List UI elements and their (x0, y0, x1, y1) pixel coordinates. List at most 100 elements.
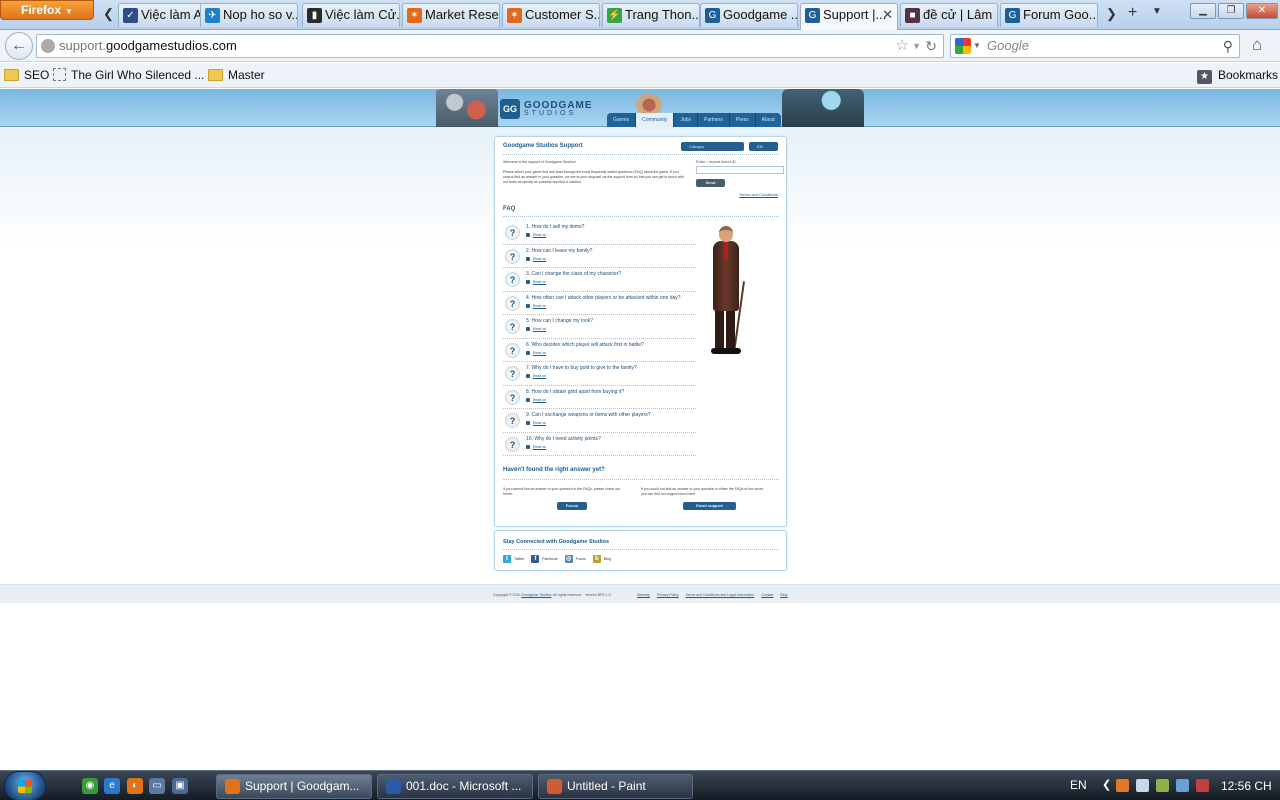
ticket-id-input[interactable] (696, 166, 784, 174)
browser-tab[interactable]: G Goodgame ... (700, 3, 798, 27)
tray-app-icon[interactable] (1116, 779, 1129, 792)
browser-tab[interactable]: G Support |... ✕ (800, 3, 898, 30)
site-nav-item[interactable]: About (755, 113, 781, 127)
faq-question[interactable]: 2. How can I leave my family? (526, 248, 592, 254)
site-nav-item[interactable]: Community (636, 113, 675, 127)
start-button[interactable] (4, 771, 46, 800)
faq-read-on-link[interactable]: Read on (526, 280, 546, 284)
browser-tab[interactable]: ✶Market Rese... (402, 3, 500, 27)
close-tab-icon[interactable]: ✕ (882, 4, 893, 26)
support-panel: Goodgame Studios Support Categoo EN Welc… (494, 136, 787, 527)
faq-read-on-link[interactable]: Read on (526, 327, 546, 331)
tab-scroll-left-icon[interactable]: ❮ (103, 6, 114, 22)
site-nav-item[interactable]: Games (607, 113, 637, 127)
firefox-icon[interactable]: ◐ (127, 778, 143, 794)
faq-question[interactable]: 8. How do I obtain gold apart from buyin… (526, 389, 624, 395)
search-bar[interactable]: ▼ Google ⚲ (950, 34, 1240, 58)
faq-read-on-link[interactable]: Read on (526, 257, 546, 261)
site-nav-item[interactable]: Press (729, 113, 756, 127)
goodgame-logo[interactable]: GG GOODGAME STUDIOS (500, 99, 592, 119)
maximize-icon[interactable]: ❐ (1218, 3, 1244, 19)
taskbar-task[interactable]: Support | Goodgam... (216, 774, 372, 799)
show-hidden-icons-icon[interactable]: ❮ (1102, 778, 1111, 791)
chrome-icon[interactable]: ◉ (82, 778, 98, 794)
footer-link[interactable]: Privacy Policy (657, 593, 679, 597)
faq-read-on-link[interactable]: Read on (526, 233, 546, 237)
tab-scroll-right-icon[interactable]: ❯ (1106, 6, 1117, 22)
email-support-button[interactable]: Email support (683, 502, 736, 510)
new-tab-icon[interactable]: + (1128, 4, 1137, 22)
browser-tab[interactable]: ✈ Nop ho so v... (200, 3, 298, 27)
site-nav-item[interactable]: Jobs (674, 113, 698, 127)
language-select[interactable]: EN (749, 142, 778, 151)
twitter-icon: t (503, 555, 511, 563)
bookmarks-star-icon: ★ (1197, 70, 1212, 84)
ie-icon[interactable]: e (104, 778, 120, 794)
faq-read-on-link[interactable]: Read on (526, 304, 546, 308)
browser-tab[interactable]: ▮ Việc làm Cử... (302, 3, 400, 27)
language-indicator[interactable]: EN (1070, 778, 1087, 792)
faq-question[interactable]: 1. How do I sell my items? (526, 224, 584, 230)
search-engine-dropdown-icon[interactable]: ▼ (973, 35, 981, 57)
browser-tab[interactable]: ✶ Customer S... (502, 3, 600, 27)
faq-read-on-link[interactable]: Read on (526, 398, 546, 402)
browser-tab[interactable]: ■đề cử | Lâm ... (900, 3, 998, 27)
faq-question[interactable]: 10. Why do I need activity points? (526, 436, 601, 442)
footer-link[interactable]: Contact (761, 593, 773, 597)
footer-link[interactable]: Terms and Conditions and Legal Informati… (686, 593, 755, 597)
social-link-blog[interactable]: b Blog (592, 555, 611, 563)
volume-muted-icon[interactable] (1196, 779, 1209, 792)
faq-read-on-link[interactable]: Read on (526, 445, 546, 449)
faq-question[interactable]: 3. Can I change the class of my characte… (526, 271, 621, 277)
blog-icon: b (592, 555, 601, 563)
footer-link[interactable]: Sitemap (637, 593, 650, 597)
faq-question[interactable]: 6. Who decides which player will attack … (526, 342, 644, 348)
terms-link[interactable]: Terms and Conditions (739, 192, 778, 197)
desktop-icon[interactable]: ▭ (149, 778, 165, 794)
faq-question[interactable]: 4. How often can I attack other players … (526, 295, 681, 301)
taskbar-task[interactable]: Untitled - Paint (538, 774, 693, 799)
site-nav-item[interactable]: Partners (697, 113, 730, 127)
search-icon[interactable]: ⚲ (1223, 35, 1233, 57)
faq-read-on-link[interactable]: Read on (526, 351, 546, 355)
faq-question[interactable]: 7. Why do I have to buy gold to give to … (526, 365, 637, 371)
list-all-tabs-icon[interactable]: ▼ (1152, 6, 1162, 17)
network-icon[interactable] (1176, 779, 1189, 792)
social-link-twitter[interactable]: t Twitter (503, 555, 524, 563)
faq-question[interactable]: 5. How can I change my look? (526, 318, 593, 324)
tray-device-icon[interactable] (1156, 779, 1169, 792)
gentleman-character-image (705, 226, 749, 358)
switch-windows-icon[interactable]: ▣ (172, 778, 188, 794)
forum-button[interactable]: Forum (557, 502, 587, 510)
browser-tab[interactable]: G Forum Goo... (1000, 3, 1098, 27)
url-bar[interactable]: support.goodgamestudios.com ☆ ▼ ↻ (36, 34, 944, 58)
taskbar-task[interactable]: 001.doc - Microsoft ... (377, 774, 533, 799)
footer-link[interactable]: Blog (780, 593, 787, 597)
knight-character-image (436, 89, 498, 127)
browser-tab[interactable]: ⚡ Trang Thon... (602, 3, 700, 27)
tray-document-icon[interactable] (1136, 779, 1149, 792)
bookmark-master[interactable]: Master (208, 68, 265, 82)
category-select[interactable]: Categoo (681, 142, 744, 151)
tab-favicon-icon: ⚡ (607, 8, 622, 23)
history-dropdown-icon[interactable]: ▼ (912, 35, 921, 57)
bookmark-label: Master (228, 68, 265, 82)
bookmark-girl-who-silenced[interactable]: The Girl Who Silenced ... (53, 68, 204, 82)
faq-read-on-link[interactable]: Read on (526, 374, 546, 378)
back-button[interactable]: ← (5, 32, 33, 60)
clock[interactable]: 12:56 CH (1221, 779, 1272, 793)
send-button[interactable]: Send (696, 179, 725, 187)
bookmarks-menu[interactable]: ★ Bookmarks (1197, 68, 1278, 84)
bookmark-seo[interactable]: SEO (4, 68, 49, 82)
bookmark-star-icon[interactable]: ☆ (896, 35, 909, 57)
copyright-link[interactable]: Goodgame Studios (521, 593, 551, 597)
close-window-icon[interactable]: ✕ (1246, 3, 1278, 19)
minimize-icon[interactable]: ▁ (1190, 3, 1216, 19)
social-link-facebook[interactable]: f Facebook (531, 555, 558, 563)
home-icon[interactable]: ⌂ (1252, 35, 1262, 55)
reload-icon[interactable]: ↻ (925, 35, 937, 57)
firefox-menu-button[interactable]: Firefox ▼ (0, 0, 94, 20)
social-link-forum[interactable]: ◎ Forum (564, 555, 586, 563)
faq-read-on-link[interactable]: Read on (526, 421, 546, 425)
faq-question[interactable]: 9. Can I exchange weapons or items with … (526, 412, 651, 418)
